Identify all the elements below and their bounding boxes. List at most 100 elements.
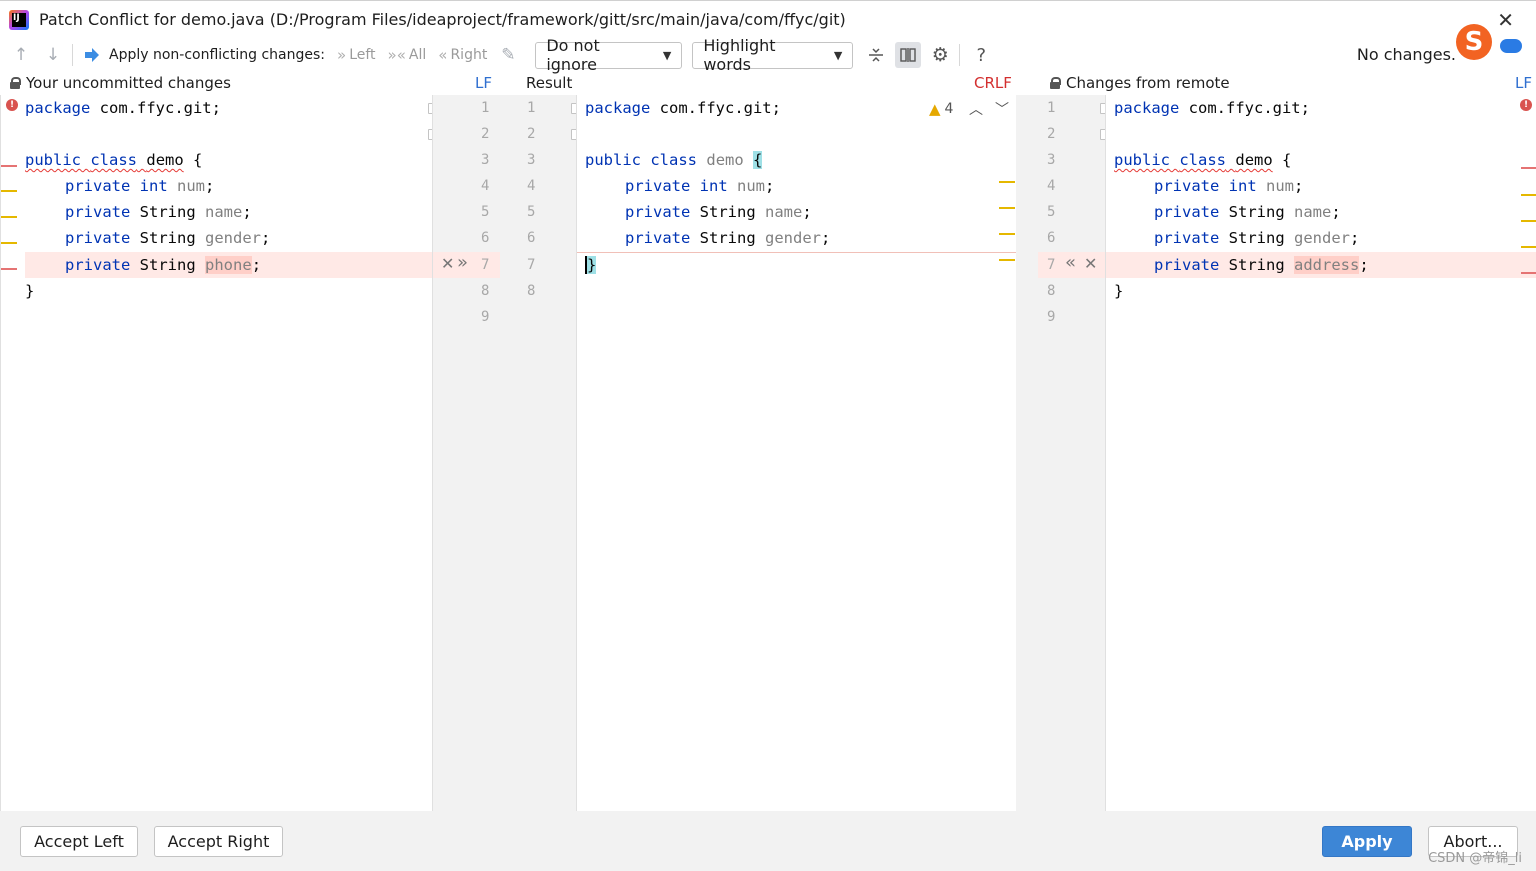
line-number: 7 <box>1047 257 1056 273</box>
warning-stripe-mark <box>1 242 17 244</box>
error-stripe-mark <box>1 268 17 270</box>
right-pane-header: Changes from remote <box>1050 72 1230 94</box>
accept-left-button[interactable]: Accept Left <box>20 826 138 857</box>
code-line: private String gender; <box>1154 229 1360 247</box>
synchronize-scrolling-icon[interactable] <box>895 42 922 68</box>
double-arrow-icon: »« <box>387 46 406 64</box>
code-line: } <box>1114 282 1124 300</box>
middle-pane-header: Result <box>526 74 573 92</box>
middle-encoding[interactable]: CRLF <box>974 72 1012 94</box>
line-number: 1 <box>527 100 536 116</box>
title-bar: IJ Patch Conflict for demo.java (D:/Prog… <box>0 0 1536 38</box>
left-editor[interactable]: ! package com.ffyc.git; public class dem… <box>0 95 437 811</box>
code-line: private String name; <box>65 203 252 221</box>
left-encoding[interactable]: LF <box>475 72 492 94</box>
intellij-logo-icon: IJ <box>9 9 29 30</box>
code-line: package com.ffyc.git; <box>25 99 221 117</box>
line-number: 5 <box>527 204 536 220</box>
apply-button[interactable]: Apply <box>1322 826 1412 857</box>
highlight-mode-dropdown[interactable]: Highlight words ▼ <box>692 36 854 74</box>
line-number: 5 <box>481 204 490 220</box>
accept-change-icon[interactable]: » <box>457 252 468 273</box>
warning-stripe-mark <box>1 216 17 218</box>
warning-stripe-mark <box>1521 194 1536 196</box>
left-gutter: ✕ » 1 2 3 4 5 6 7 8 9 <box>432 95 501 811</box>
previous-difference-icon[interactable]: ↑ <box>8 42 34 68</box>
code-line: public class demo { <box>25 151 203 169</box>
code-line: package com.ffyc.git; <box>1114 99 1310 117</box>
warning-stripe-mark <box>999 181 1015 183</box>
error-stripe-mark <box>1521 167 1536 169</box>
line-number: 6 <box>481 230 490 246</box>
toolbar-separator <box>72 44 73 66</box>
lock-icon <box>10 77 21 89</box>
line-number: 3 <box>527 152 536 168</box>
code-line: private int num; <box>65 177 215 195</box>
error-stripe-mark <box>1 165 17 167</box>
warning-stripe-mark <box>1521 246 1536 248</box>
right-encoding[interactable]: LF <box>1515 72 1532 94</box>
previous-highlight-icon[interactable]: ︿ <box>969 99 983 119</box>
line-number: 9 <box>481 309 490 325</box>
code-line: } <box>585 256 597 274</box>
line-number: 5 <box>1047 204 1056 220</box>
double-chevron-left-icon: « <box>438 46 448 64</box>
warning-stripe-mark <box>999 207 1015 209</box>
reject-change-icon[interactable]: ✕ <box>1084 254 1097 273</box>
line-number: 9 <box>1047 309 1056 325</box>
reject-change-icon[interactable]: ✕ <box>441 254 454 273</box>
code-line: public class demo { <box>1114 151 1292 169</box>
right-gutter: 1 2 3 4 5 6 7 8 9 « ✕ <box>1016 95 1109 811</box>
sogou-ime-icon[interactable]: S <box>1456 24 1492 60</box>
close-icon[interactable]: ✕ <box>1497 8 1514 32</box>
status-text: No changes. <box>1356 45 1456 64</box>
accept-right-button[interactable]: Accept Right <box>154 826 283 857</box>
settings-gear-icon[interactable]: ⚙ <box>927 42 953 68</box>
toolbar-separator <box>959 44 961 66</box>
result-editor[interactable]: package com.ffyc.git; public class demo … <box>576 95 1017 811</box>
watermark: CSDN @帝锦_li <box>1428 851 1522 866</box>
warning-triangle-icon: ▲ <box>929 100 941 118</box>
apply-left-button[interactable]: » Left <box>337 46 376 64</box>
error-icon: ! <box>6 99 18 111</box>
code-line: private int num; <box>1154 177 1304 195</box>
line-number: 8 <box>1047 283 1056 299</box>
toolbar: ↑ ↓ Apply non-conflicting changes: » Left… <box>0 24 1536 74</box>
code-line: private String address; <box>1154 256 1369 274</box>
apply-all-button[interactable]: »« All <box>388 46 427 64</box>
line-number: 2 <box>1047 126 1056 142</box>
error-stripe-mark <box>1521 272 1536 274</box>
line-number: 7 <box>527 257 536 273</box>
line-number: 7 <box>481 257 490 273</box>
help-icon[interactable]: ? <box>968 42 994 68</box>
line-number: 2 <box>527 126 536 142</box>
right-editor[interactable]: package com.ffyc.git; public class demo … <box>1105 95 1536 811</box>
code-line: private String name; <box>1154 203 1341 221</box>
magic-wand-icon[interactable]: ✎ <box>495 42 521 68</box>
warning-indicator[interactable]: ▲ 4 <box>929 100 953 118</box>
accept-change-icon[interactable]: « <box>1065 252 1076 273</box>
left-pane-header: Your uncommitted changes <box>10 72 231 94</box>
code-line: } <box>25 282 35 300</box>
line-number: 4 <box>481 178 490 194</box>
line-number: 1 <box>1047 100 1056 116</box>
line-number: 1 <box>481 100 490 116</box>
next-highlight-icon[interactable]: ﹀ <box>995 99 1009 119</box>
magic-resolve-icon[interactable] <box>79 42 105 68</box>
line-number: 6 <box>527 230 536 246</box>
collapse-unchanged-icon[interactable] <box>863 42 889 68</box>
code-line: private String phone; <box>65 256 262 274</box>
chevron-down-icon: ▼ <box>662 48 672 62</box>
next-difference-icon[interactable]: ↓ <box>40 42 66 68</box>
apply-right-button[interactable]: «Right <box>438 46 487 64</box>
conflict-boundary-line <box>577 252 1017 253</box>
window-title: Patch Conflict for demo.java (D:/Program… <box>39 10 846 29</box>
ignore-whitespace-dropdown[interactable]: Do not ignore ▼ <box>535 36 683 74</box>
code-line: public class demo { <box>585 151 763 169</box>
code-line: private String gender; <box>625 229 831 247</box>
line-number: 4 <box>1047 178 1056 194</box>
warning-stripe-mark <box>1521 220 1536 222</box>
warning-stripe-mark <box>999 259 1015 261</box>
ime-badge-icon <box>1500 39 1522 53</box>
line-number: 6 <box>1047 230 1056 246</box>
